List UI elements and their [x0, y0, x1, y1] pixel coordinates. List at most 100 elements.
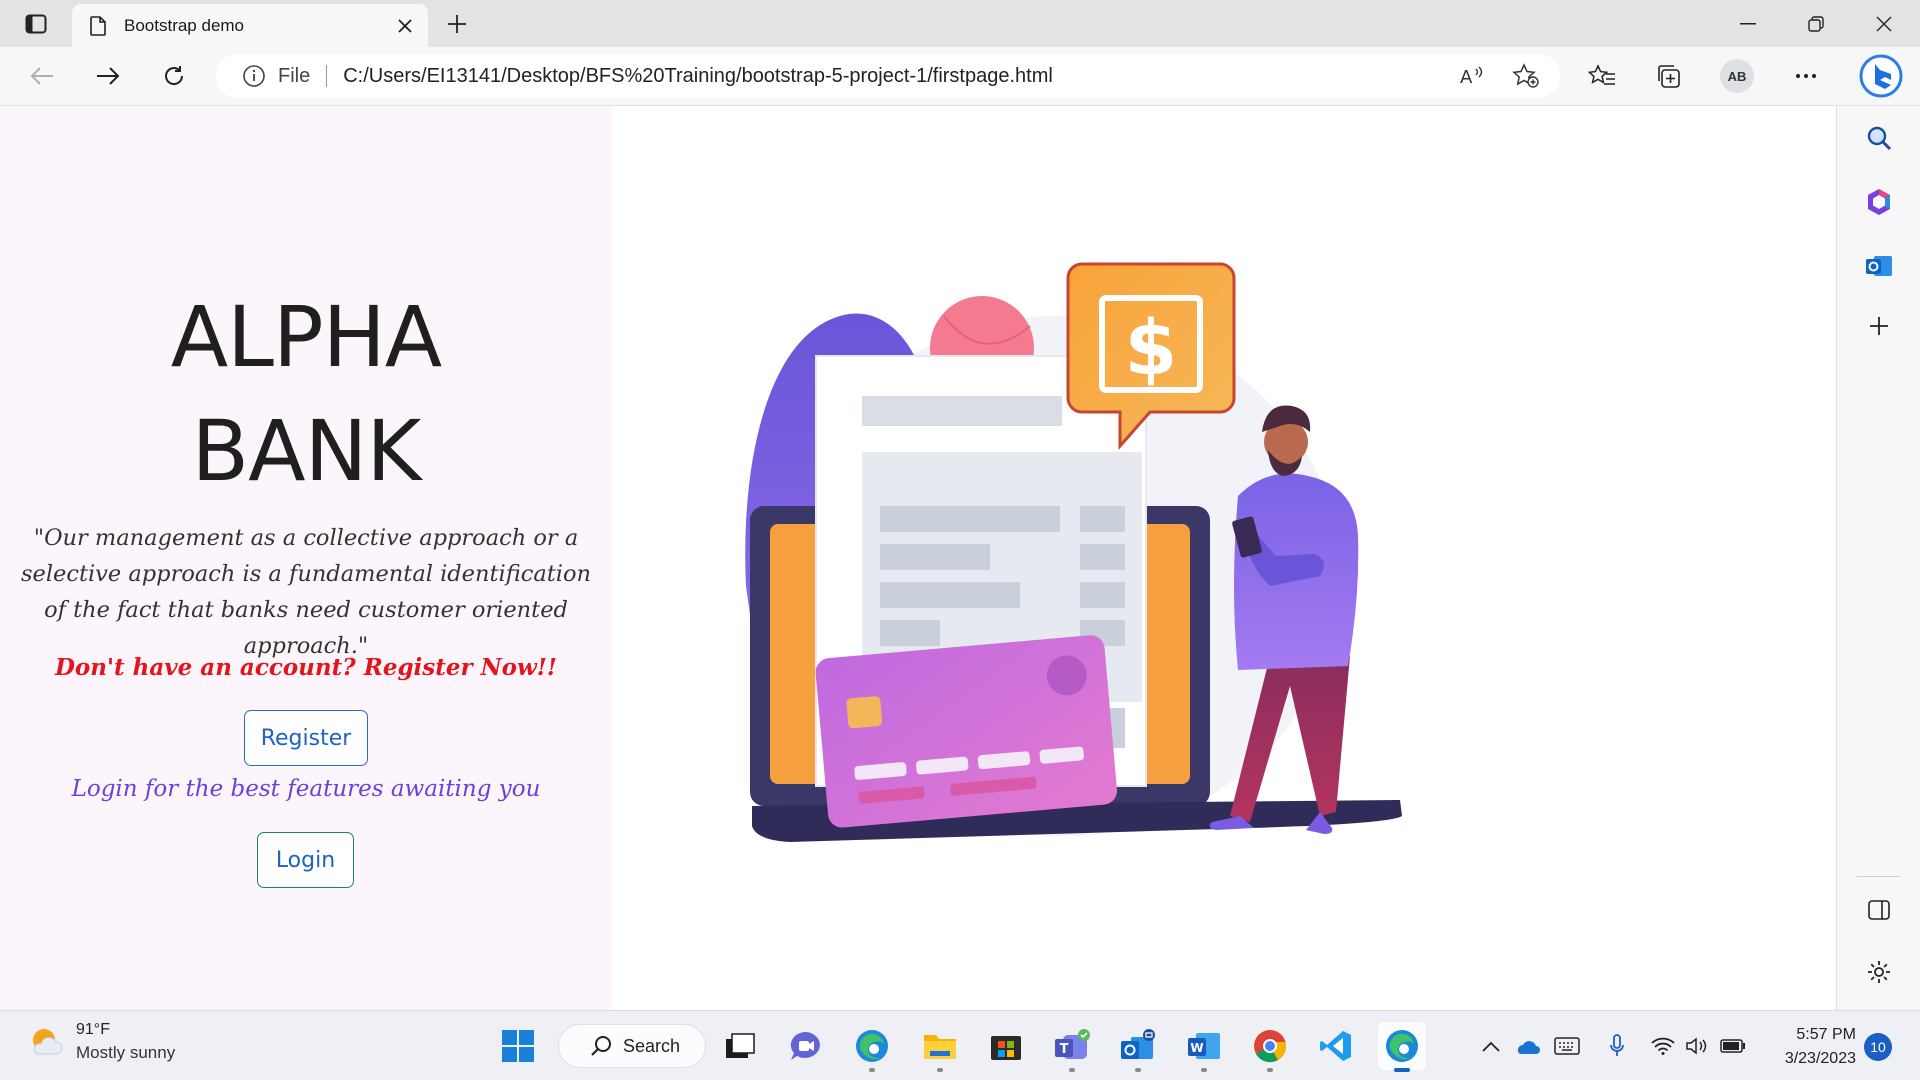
arrow-left-icon: [30, 67, 53, 85]
forward-button[interactable]: [88, 56, 128, 96]
chrome-button[interactable]: [1246, 1022, 1294, 1072]
left-panel: ALPHA BANK "Our management as a collecti…: [0, 106, 612, 1010]
touch-keyboard-button[interactable]: [1554, 1033, 1580, 1059]
info-icon[interactable]: [242, 64, 266, 88]
browser-tab-active[interactable]: Bootstrap demo: [72, 4, 428, 47]
onedrive-button[interactable]: [1514, 1033, 1540, 1059]
system-clock[interactable]: 5:57 PM 3/23/2023: [1764, 1023, 1856, 1071]
add-favorite-button[interactable]: [1504, 54, 1548, 98]
page-icon: [90, 15, 106, 36]
notification-badge[interactable]: 10: [1864, 1033, 1892, 1061]
credit-card: [815, 635, 1118, 828]
restore-icon: [1808, 15, 1824, 32]
close-tab-button[interactable]: [388, 9, 422, 43]
read-aloud-icon: A: [1460, 66, 1483, 87]
plus-icon: [1870, 317, 1888, 335]
search-icon: [1867, 126, 1892, 151]
favorites-button[interactable]: [1582, 56, 1622, 96]
vscode-icon: [1320, 1031, 1351, 1061]
sidebar-office-button[interactable]: [1859, 182, 1899, 222]
plus-icon: [448, 15, 466, 33]
sidebar-search-button[interactable]: [1859, 118, 1899, 158]
page-title: ALPHA BANK: [0, 280, 612, 508]
browser-toolbar: File C:/Users/EI13141/Desktop/BFS%20Trai…: [0, 47, 1920, 106]
login-button[interactable]: Login: [257, 832, 354, 888]
new-tab-button[interactable]: [440, 8, 474, 40]
close-window-button[interactable]: [1850, 0, 1918, 47]
edge-active-button[interactable]: [1378, 1022, 1426, 1072]
restore-button[interactable]: [1782, 0, 1850, 47]
outlook-icon: [1121, 1029, 1155, 1059]
more-icon: [1796, 74, 1816, 78]
refresh-icon: [165, 66, 184, 85]
vscode-button[interactable]: [1312, 1022, 1360, 1070]
close-icon: [398, 18, 412, 33]
back-button[interactable]: [22, 56, 62, 96]
sidebar-divider: [1857, 876, 1901, 877]
scheme-label: File: [278, 64, 311, 87]
outlook-icon: [1866, 256, 1892, 276]
url-text[interactable]: C:/Users/EI13141/Desktop/BFS%20Training/…: [343, 65, 1560, 88]
sidebar-toggle-icon: [1868, 900, 1890, 920]
register-button[interactable]: Register: [244, 710, 368, 766]
tab-actions-button[interactable]: [16, 10, 56, 38]
outlook-taskbar-button[interactable]: [1114, 1022, 1162, 1072]
volume-button[interactable]: [1684, 1033, 1710, 1059]
title-line-2: BANK: [191, 402, 421, 500]
wifi-icon: [1651, 1037, 1675, 1055]
sun-cloud-icon: [33, 1029, 63, 1055]
svg-text:W: W: [1190, 1041, 1203, 1055]
title-line-1: ALPHA: [170, 288, 443, 386]
weather-condition: Mostly sunny: [76, 1043, 176, 1062]
battery-icon: [1720, 1039, 1745, 1053]
teams-icon: T: [1055, 1029, 1090, 1059]
read-aloud-button[interactable]: A: [1450, 54, 1494, 98]
word-icon: W: [1188, 1033, 1220, 1059]
weather-temp: 91°F: [76, 1021, 110, 1038]
chrome-icon: [1254, 1030, 1287, 1063]
clock-date: 3/23/2023: [1784, 1050, 1856, 1067]
close-icon: [1876, 16, 1892, 31]
clock-time: 5:57 PM: [1796, 1026, 1856, 1043]
page-viewport: ALPHA BANK "Our management as a collecti…: [0, 106, 1836, 1010]
teams-chat-button[interactable]: [782, 1022, 830, 1070]
collections-icon: [1658, 65, 1680, 88]
minimize-button[interactable]: [1714, 0, 1782, 47]
edge-sidebar: [1836, 106, 1920, 1010]
microsoft-store-button[interactable]: [982, 1022, 1030, 1070]
teams-button[interactable]: T: [1048, 1022, 1096, 1072]
edge-taskbar-button[interactable]: [848, 1022, 896, 1072]
battery-button[interactable]: [1720, 1033, 1746, 1059]
address-bar[interactable]: File C:/Users/EI13141/Desktop/BFS%20Trai…: [216, 54, 1560, 98]
favorites-icon: [1588, 64, 1615, 85]
collections-button[interactable]: [1648, 56, 1688, 96]
bing-copilot-button[interactable]: [1856, 51, 1906, 101]
show-hidden-icons-button[interactable]: [1478, 1033, 1504, 1059]
bing-icon: [1859, 54, 1903, 98]
settings-more-button[interactable]: [1786, 56, 1826, 96]
file-explorer-button[interactable]: [916, 1022, 964, 1072]
chat-icon: [790, 1031, 820, 1060]
taskbar-search[interactable]: Search: [558, 1024, 706, 1068]
task-view-button[interactable]: [716, 1022, 764, 1070]
start-button[interactable]: [494, 1022, 542, 1070]
microphone-button[interactable]: [1604, 1033, 1630, 1059]
search-icon: [591, 1036, 611, 1056]
hide-sidebar-button[interactable]: [1859, 890, 1899, 930]
sidebar-settings-button[interactable]: [1859, 952, 1899, 992]
sidebar-add-button[interactable]: [1859, 306, 1899, 346]
weather-widget[interactable]: 91°F Mostly sunny: [28, 1021, 175, 1063]
office-icon: [1868, 189, 1890, 215]
divider: [326, 65, 328, 87]
dollar-icon: $: [1125, 303, 1178, 392]
bank-quote: "Our management as a collective approach…: [20, 525, 592, 659]
wifi-button[interactable]: [1650, 1033, 1676, 1059]
sidebar-outlook-button[interactable]: [1859, 246, 1899, 286]
register-prompt: Don't have an account? Register Now!!: [54, 654, 557, 681]
word-button[interactable]: W: [1180, 1022, 1228, 1072]
banking-illustration: $: [745, 262, 1402, 842]
search-label: Search: [623, 1035, 681, 1056]
profile-avatar[interactable]: AB: [1720, 59, 1754, 93]
speaker-icon: [1686, 1037, 1707, 1055]
refresh-button[interactable]: [154, 56, 194, 96]
